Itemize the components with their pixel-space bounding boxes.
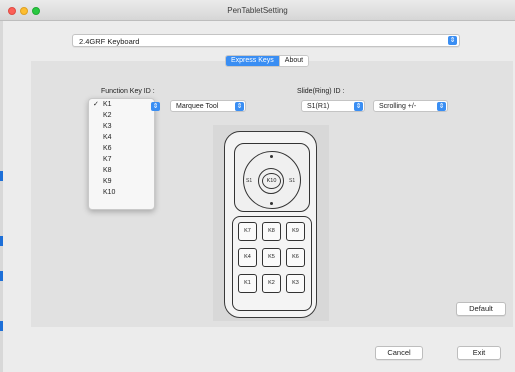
edge-marker — [0, 236, 3, 246]
slide-ring-id-select[interactable]: S1(R1) ⇕ — [301, 100, 365, 112]
edge-marker — [0, 171, 3, 181]
function-key-dropdown-menu: ✓ K1 K2 K3 K4 K6 K7 K8 K9 K10 ⇕ — [88, 98, 160, 210]
slide-ring-id-value: S1(R1) — [307, 103, 330, 110]
app-window: PenTabletSetting 2.4GRF Keyboard ⇕ Expre… — [0, 0, 515, 372]
function-key-option[interactable]: K10 — [89, 187, 154, 198]
default-button[interactable]: Default — [456, 302, 506, 316]
function-key-option[interactable]: ✓ K1 — [89, 99, 154, 110]
tab-bar: Express Keys About — [225, 55, 310, 67]
function-key-option[interactable]: K6 — [89, 143, 154, 154]
function-key-label: Function Key ID : — [101, 88, 155, 95]
tab-express-keys[interactable]: Express Keys — [226, 56, 279, 66]
function-key-option[interactable]: K2 — [89, 110, 154, 121]
keypad-key: K8 — [262, 222, 281, 241]
ring-top-dot — [270, 155, 273, 158]
cancel-button[interactable]: Cancel — [375, 346, 423, 360]
left-edge-strip — [0, 21, 3, 372]
up-down-chevron-icon: ⇕ — [448, 36, 457, 45]
up-down-chevron-icon: ⇕ — [437, 102, 446, 111]
ring-left-label: S1 — [246, 178, 253, 184]
window-title: PenTabletSetting — [227, 6, 288, 15]
slide-ring-action-select[interactable]: Scrolling +/- ⇕ — [373, 100, 448, 112]
function-key-option[interactable]: K4 — [89, 132, 154, 143]
slide-ring-action-value: Scrolling +/- — [379, 103, 417, 110]
tab-about[interactable]: About — [278, 56, 309, 66]
slide-ring-label: Slide(Ring) ID : — [297, 88, 345, 95]
title-bar: PenTabletSetting — [0, 0, 515, 21]
keypad-key: K6 — [286, 248, 305, 267]
function-key-action-select[interactable]: Marquee Tool ⇕ — [170, 100, 246, 112]
keypad-key: K5 — [262, 248, 281, 267]
keypad-key: K3 — [286, 274, 305, 293]
up-down-chevron-icon: ⇕ — [354, 102, 363, 111]
function-key-option[interactable]: K9 — [89, 176, 154, 187]
ring-key-k10: K10 — [262, 173, 281, 189]
function-key-action-value: Marquee Tool — [176, 103, 219, 110]
device-select[interactable]: 2.4GRF Keyboard ⇕ — [72, 34, 460, 47]
edge-marker — [0, 271, 3, 281]
checkmark-icon: ✓ — [93, 101, 99, 108]
keypad-key: K2 — [262, 274, 281, 293]
function-key-option[interactable]: K7 — [89, 154, 154, 165]
keypad-key: K9 — [286, 222, 305, 241]
up-down-chevron-icon: ⇕ — [151, 102, 160, 111]
keypad-key: K1 — [238, 274, 257, 293]
ring-right-label: S1 — [289, 178, 296, 184]
keypad-key: K7 — [238, 222, 257, 241]
exit-button[interactable]: Exit — [457, 346, 501, 360]
function-key-option[interactable]: K3 — [89, 121, 154, 132]
device-select-value: 2.4GRF Keyboard — [79, 37, 140, 46]
edge-marker — [0, 321, 3, 331]
keypad-key: K4 — [238, 248, 257, 267]
function-key-option[interactable]: K8 — [89, 165, 154, 176]
up-down-chevron-icon: ⇕ — [235, 102, 244, 111]
ring-bottom-dot — [270, 202, 273, 205]
